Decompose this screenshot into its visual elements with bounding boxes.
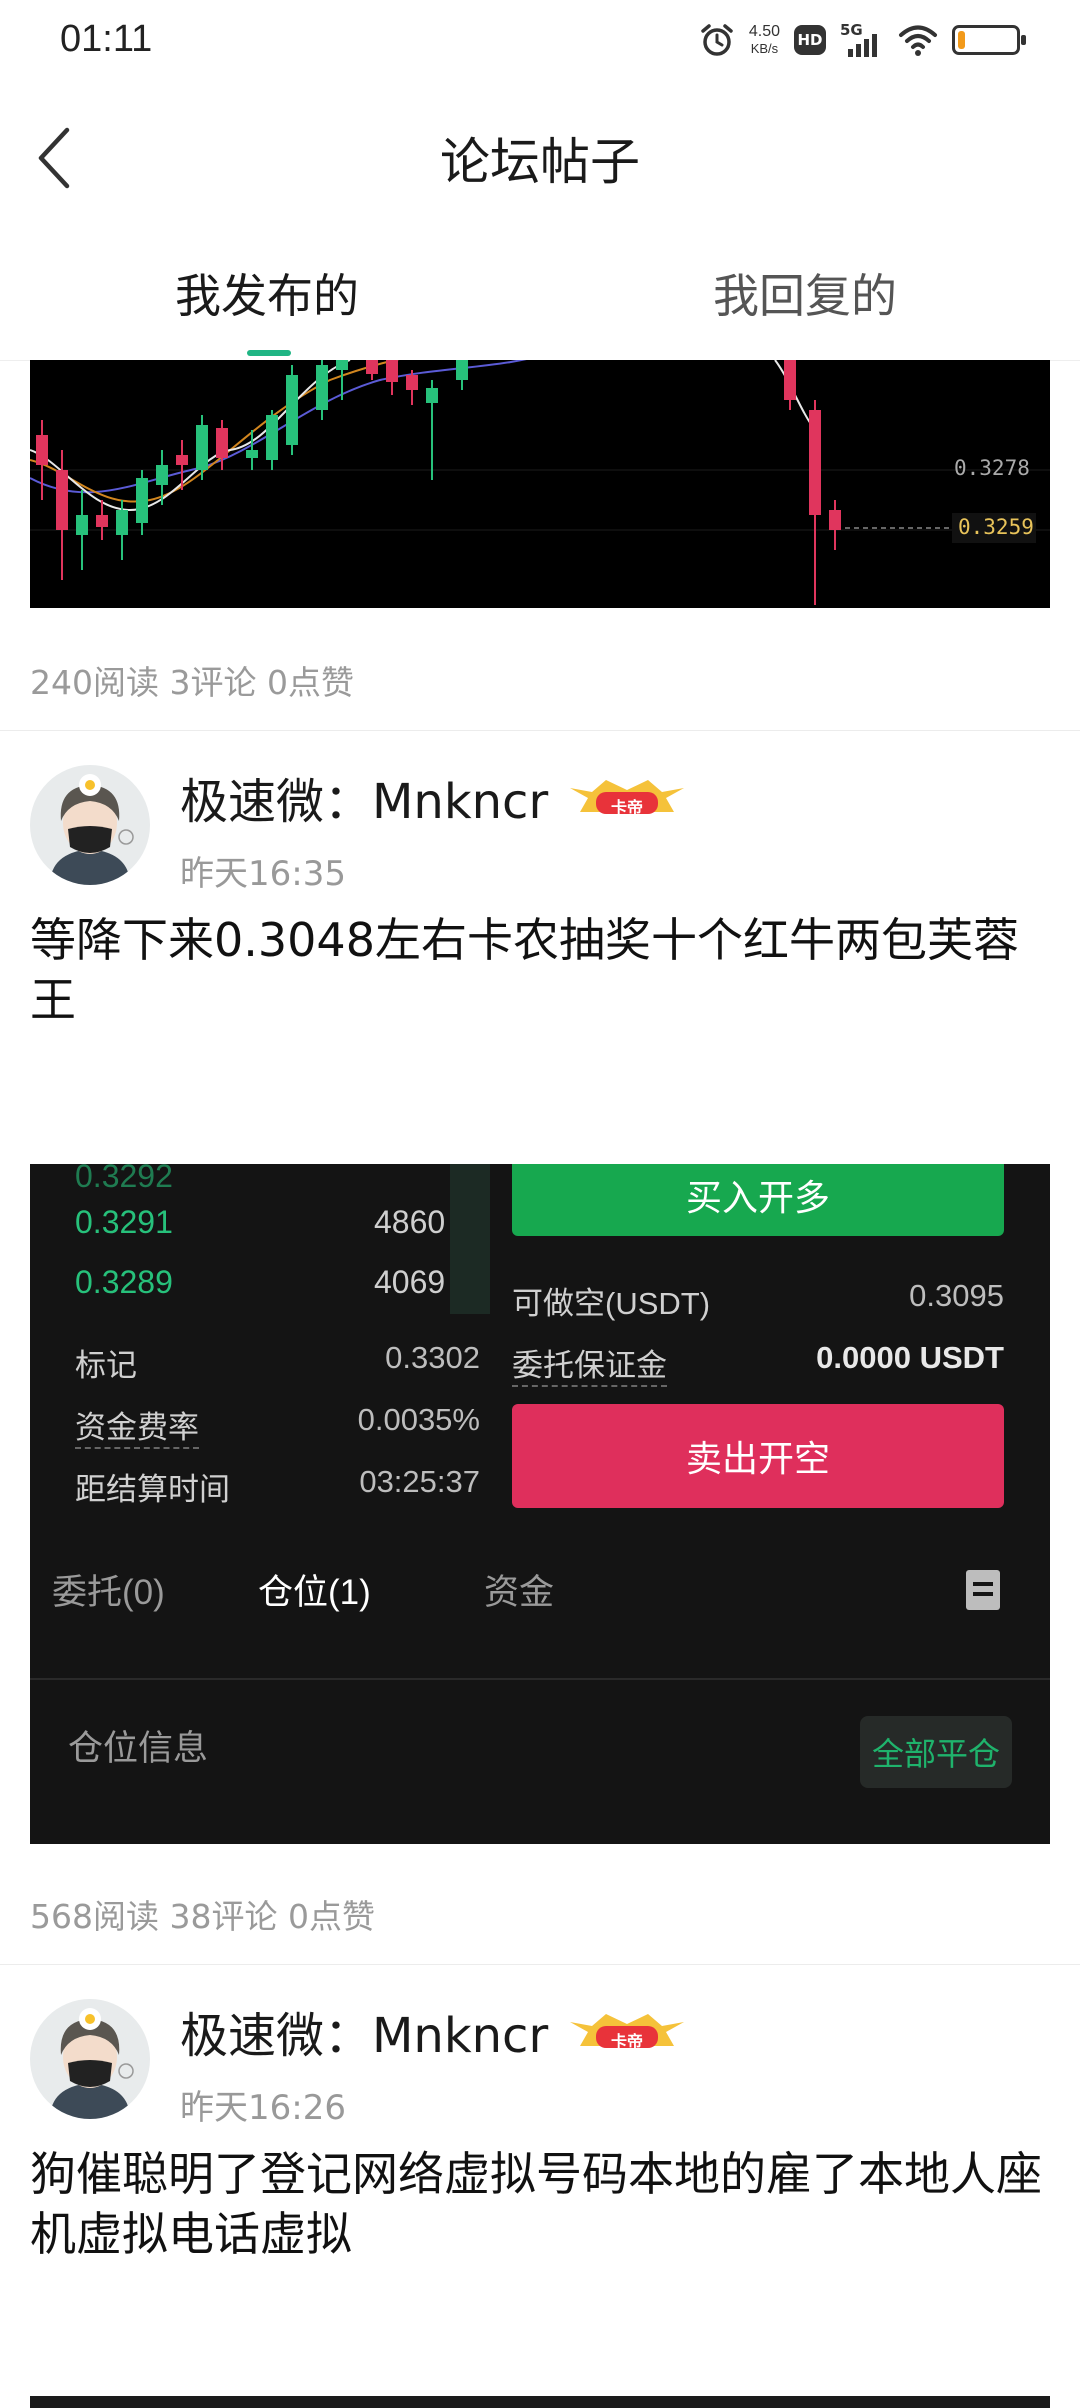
short-available-value: 0.3095 bbox=[909, 1278, 1004, 1313]
battery-icon bbox=[952, 25, 1026, 55]
rank-badge: 卡帝 bbox=[566, 2012, 688, 2051]
post-time: 昨天16:26 bbox=[180, 2088, 346, 2128]
avatar-illustration bbox=[50, 2008, 134, 2119]
status-icons: 4.50 KB/s HD 5G bbox=[699, 18, 1026, 62]
rank-badge-label: 卡帝 bbox=[610, 798, 643, 817]
tab-indicator bbox=[247, 350, 291, 356]
buy-long-label: 买入开多 bbox=[685, 1177, 830, 1218]
page-title: 论坛帖子 bbox=[440, 133, 640, 191]
sell-short-button: 卖出开空 bbox=[512, 1404, 1004, 1508]
post-time: 昨天16:35 bbox=[180, 854, 346, 894]
status-bar: 01:11 4.50 KB/s HD 5G bbox=[0, 0, 1080, 80]
post-content[interactable]: 等降下来0.3048左右卡农抽奖十个红牛两包芙蓉王 bbox=[30, 910, 1050, 1030]
short-available-label: 可做空(USDT) bbox=[512, 1286, 711, 1321]
signal-label: 5G bbox=[840, 21, 863, 39]
mark-label: 标记 bbox=[75, 1348, 137, 1383]
signal-5g-icon: 5G bbox=[840, 21, 884, 57]
author-name[interactable]: 极速微：Mnkncr bbox=[180, 1996, 548, 2066]
margin-value: 0.0000 USDT bbox=[816, 1340, 1004, 1375]
funding-rate-value: 0.0035% bbox=[357, 1402, 480, 1437]
depth-bar bbox=[450, 1164, 490, 1314]
tab-bar: 我发布的 我回复的 bbox=[0, 230, 1080, 361]
avatar[interactable] bbox=[30, 765, 150, 885]
candlestick-chart bbox=[30, 360, 1050, 605]
chart-price-label: 0.3278 bbox=[954, 456, 1030, 480]
network-speed-value: 4.50 bbox=[748, 23, 780, 40]
tab-my-posts[interactable]: 我发布的 bbox=[175, 260, 359, 326]
post-stats: 568阅读 38评论 0点赞 bbox=[30, 1897, 375, 1936]
sell-short-label: 卖出开空 bbox=[685, 1438, 830, 1479]
post-divider bbox=[0, 730, 1080, 731]
post-image-trading-screen[interactable]: 0.3292 0.3291 4860 0.3289 4069 标记 0.3302… bbox=[30, 1164, 1050, 1844]
rank-badge-label: 卡帝 bbox=[610, 2032, 643, 2051]
battery-fill bbox=[958, 31, 965, 49]
orderbook-price: 0.3289 bbox=[75, 1264, 173, 1300]
document-icon bbox=[966, 1570, 1000, 1610]
avatar[interactable] bbox=[30, 1999, 150, 2119]
network-speed: 4.50 KB/s bbox=[749, 23, 780, 57]
tab-orders: 委托(0) bbox=[52, 1573, 165, 1612]
wifi-icon bbox=[899, 25, 937, 56]
candles bbox=[36, 360, 841, 605]
margin-label: 委托保证金 bbox=[512, 1348, 667, 1387]
orderbook-qty: 4069 bbox=[374, 1264, 446, 1300]
header: 论坛帖子 bbox=[0, 80, 1080, 230]
trade-divider bbox=[30, 1678, 1050, 1680]
tab-positions: 仓位(1) bbox=[258, 1573, 371, 1612]
status-time: 01:11 bbox=[60, 18, 153, 60]
author-name[interactable]: 极速微：Mnkncr bbox=[180, 762, 548, 832]
settlement-label: 距结算时间 bbox=[75, 1472, 230, 1507]
post-image-candlestick-chart[interactable]: 0.3278 0.3259 bbox=[30, 360, 1050, 608]
avatar-illustration bbox=[50, 774, 134, 885]
rank-badge: 卡帝 bbox=[566, 778, 688, 817]
post-image-preview[interactable] bbox=[30, 2396, 1050, 2408]
position-info-label: 仓位信息 bbox=[68, 1729, 209, 1768]
hd-icon: HD bbox=[794, 25, 826, 55]
close-all-button: 全部平仓 bbox=[860, 1716, 1012, 1788]
orderbook-qty: 4860 bbox=[374, 1204, 446, 1240]
tab-my-replies[interactable]: 我回复的 bbox=[713, 260, 897, 326]
alarm-icon bbox=[701, 24, 733, 56]
mark-value: 0.3302 bbox=[385, 1340, 480, 1375]
hd-label: HD bbox=[797, 31, 823, 49]
network-speed-unit: KB/s bbox=[750, 41, 779, 56]
settlement-value: 03:25:37 bbox=[359, 1464, 480, 1499]
post-stats: 240阅读 3评论 0点赞 bbox=[30, 663, 354, 702]
tab-funds: 资金 bbox=[484, 1573, 555, 1612]
chart-last-price-label: 0.3259 bbox=[958, 515, 1034, 539]
post-content[interactable]: 狗催聪明了登记网络虚拟号码本地的雇了本地人座机虚拟电话虚拟 bbox=[30, 2144, 1050, 2264]
orderbook-price: 0.3291 bbox=[75, 1204, 173, 1240]
post-divider bbox=[0, 1964, 1080, 1965]
orderbook-cut-row: 0.3292 bbox=[75, 1164, 173, 1194]
buy-long-button: 买入开多 bbox=[512, 1164, 1004, 1236]
close-all-label: 全部平仓 bbox=[871, 1736, 1000, 1772]
funding-rate-label: 资金费率 bbox=[75, 1410, 199, 1449]
